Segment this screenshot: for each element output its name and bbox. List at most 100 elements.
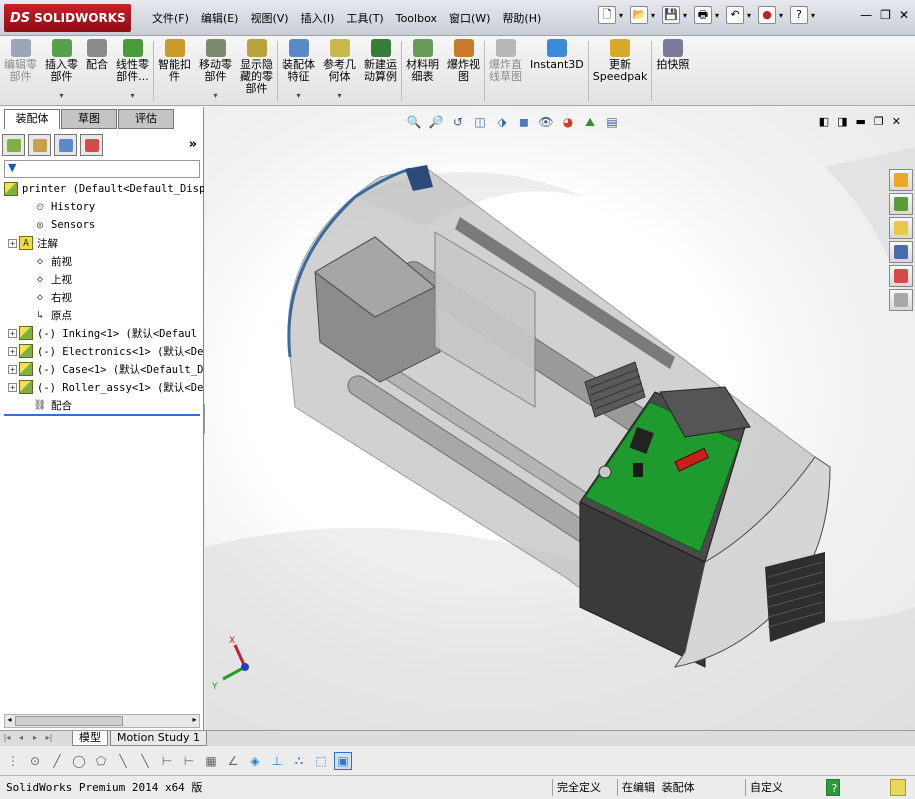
scroll-right-icon[interactable]: ▸ xyxy=(190,715,199,724)
ribbon-button-11[interactable]: 爆炸视 图 xyxy=(443,36,484,106)
custom-properties-icon[interactable] xyxy=(889,289,913,311)
viewport-minimize-icon[interactable]: ▬ xyxy=(856,115,866,128)
chevron-down-icon[interactable]: ▾ xyxy=(130,90,134,102)
chevron-down-icon[interactable]: ▾ xyxy=(779,11,787,20)
chevron-down-icon[interactable]: ▾ xyxy=(715,11,723,20)
expand-icon[interactable]: + xyxy=(8,382,17,392)
dim-icon[interactable]: ⊢ xyxy=(158,752,176,770)
dim-icon[interactable]: ⊢ xyxy=(180,752,198,770)
tree-node[interactable]: + A 注解 xyxy=(0,234,204,252)
rebuild-traffic-light-icon[interactable]: ● xyxy=(758,6,776,24)
viewport-close-icon[interactable]: ✕ xyxy=(892,115,901,128)
model-tab[interactable]: Motion Study 1 xyxy=(110,731,208,746)
chevron-down-icon[interactable]: ▾ xyxy=(683,11,691,20)
next-tab-icon[interactable]: ▸ xyxy=(28,731,42,746)
chevron-right-icon[interactable]: » xyxy=(189,137,197,152)
camera-icon[interactable]: ⛬ xyxy=(290,752,308,770)
expand-icon[interactable]: + xyxy=(8,346,17,356)
expand-icon[interactable]: + xyxy=(8,238,17,248)
tile-left-icon[interactable]: ◧ xyxy=(819,115,829,128)
tree-node[interactable]: ◇ 前视 xyxy=(0,252,204,270)
open-folder-icon[interactable]: 📂 xyxy=(630,6,648,24)
box-icon[interactable]: ⬚ xyxy=(312,752,330,770)
rollback-bar[interactable] xyxy=(4,414,200,416)
featuremanager-tree-icon[interactable] xyxy=(2,134,25,156)
tree-node[interactable]: ⏲ History xyxy=(0,198,204,216)
menu-item[interactable]: 文件(F) xyxy=(146,10,195,26)
grid-icon[interactable]: ⋮ xyxy=(4,752,22,770)
tree-node[interactable]: + (-) Electronics<1> (默认<De xyxy=(0,342,204,360)
edit-appearance-icon[interactable]: ◕ xyxy=(559,113,577,131)
zoom-area-icon[interactable]: 🔎 xyxy=(427,113,445,131)
menu-item[interactable]: 插入(I) xyxy=(295,10,341,26)
configuration-manager-icon[interactable] xyxy=(54,134,77,156)
prev-tab-icon[interactable]: ◂ xyxy=(14,731,28,746)
solid-cube-icon[interactable]: ▣ xyxy=(334,751,352,770)
tree-node[interactable]: ◇ 上视 xyxy=(0,270,204,288)
last-tab-icon[interactable]: ▸| xyxy=(42,731,56,746)
ribbon-button-4[interactable]: 智能扣 件 xyxy=(154,36,195,106)
chevron-down-icon[interactable]: ▾ xyxy=(651,11,659,20)
view-orientation-icon[interactable]: ⬗ xyxy=(493,113,511,131)
point-icon[interactable]: ⊙ xyxy=(26,752,44,770)
tree-node[interactable]: ◇ 右视 xyxy=(0,288,204,306)
ribbon-button-6[interactable]: 显示隐 藏的零 部件 xyxy=(236,36,277,106)
ribbon-button-7[interactable]: 装配体 特征 ▾ xyxy=(278,36,319,106)
new-document-icon[interactable]: 🗋 xyxy=(598,6,616,24)
undo-icon[interactable]: ↶ xyxy=(726,6,744,24)
ribbon-button-12[interactable]: 爆炸直 线草图 xyxy=(485,36,526,106)
section-view-icon[interactable]: ◫ xyxy=(471,113,489,131)
units-selector[interactable]: 自定义 xyxy=(745,779,825,796)
ribbon-button-1[interactable]: 插入零 部件 ▾ xyxy=(41,36,82,106)
expand-icon[interactable]: + xyxy=(8,364,17,374)
chevron-down-icon[interactable]: ▾ xyxy=(296,90,300,102)
cube-icon[interactable]: ◈ xyxy=(246,752,264,770)
slash-icon[interactable]: ╲ xyxy=(114,752,132,770)
restore-icon[interactable]: ❐ xyxy=(880,8,891,22)
ribbon-button-10[interactable]: 材料明 细表 xyxy=(402,36,443,106)
tree-node[interactable]: printer (Default<Default_Disp xyxy=(0,180,204,198)
hide-show-icon[interactable]: 👁 xyxy=(537,113,555,131)
viewport-restore-icon[interactable]: ❐ xyxy=(874,115,884,128)
chevron-down-icon[interactable]: ▾ xyxy=(213,90,217,102)
menu-item[interactable]: 窗口(W) xyxy=(443,10,496,26)
ribbon-button-15[interactable]: 拍快照 xyxy=(652,36,693,106)
ribbon-button-13[interactable]: Instant3D xyxy=(526,36,588,106)
tree-node[interactable]: ⛓ 配合 xyxy=(0,396,204,414)
cm-tab[interactable]: 评估 xyxy=(118,109,174,129)
resources-icon[interactable] xyxy=(889,169,913,191)
ribbon-button-3[interactable]: 线性零 部件... ▾ xyxy=(112,36,153,106)
cm-tab[interactable]: 草图 xyxy=(61,109,117,129)
chevron-down-icon[interactable]: ▾ xyxy=(59,90,63,102)
graphics-area[interactable]: X Y 🔍 🔎 ↺ ◫ ⬗ ◼ 👁 ◕ ⛰ ▤ ◧ ◨ ▬ ❐ ✕ xyxy=(205,107,915,730)
tree-node[interactable]: ↳ 原点 xyxy=(0,306,204,324)
ribbon-button-8[interactable]: 参考几 何体 ▾ xyxy=(319,36,360,106)
apply-scene-icon[interactable]: ⛰ xyxy=(581,113,599,131)
display-style-icon[interactable]: ◼ xyxy=(515,113,533,131)
polygon-icon[interactable]: ⬠ xyxy=(92,752,110,770)
ribbon-button-0[interactable]: 编辑零 部件 xyxy=(0,36,41,106)
solidworks-logo[interactable]: DS SOLIDWORKS xyxy=(4,4,131,32)
chevron-down-icon[interactable]: ▾ xyxy=(337,90,341,102)
minimize-icon[interactable]: — xyxy=(860,8,872,22)
circle-icon[interactable]: ◯ xyxy=(70,752,88,770)
ribbon-button-9[interactable]: 新建运 动算例 xyxy=(360,36,401,106)
zoom-to-fit-icon[interactable]: 🔍 xyxy=(405,113,423,131)
tree-node[interactable]: + (-) Roller_assy<1> (默认<De xyxy=(0,378,204,396)
tree-node[interactable]: + (-) Case<1> (默认<Default_D xyxy=(0,360,204,378)
ribbon-button-2[interactable]: 配合 xyxy=(82,36,112,106)
filter-field[interactable]: ▼ xyxy=(4,160,200,178)
appearances-icon[interactable] xyxy=(889,265,913,287)
design-library-icon[interactable] xyxy=(889,193,913,215)
menu-item[interactable]: 编辑(E) xyxy=(195,10,245,26)
help-icon[interactable]: ? xyxy=(790,6,808,24)
ribbon-button-5[interactable]: 移动零 部件 ▾ xyxy=(195,36,236,106)
model-tab[interactable]: 模型 xyxy=(72,731,108,746)
anchor-icon[interactable]: ⊥ xyxy=(268,752,286,770)
chevron-down-icon[interactable]: ▾ xyxy=(747,11,755,20)
view-palette-icon[interactable] xyxy=(889,241,913,263)
chevron-down-icon[interactable]: ▾ xyxy=(811,11,819,20)
slash-icon[interactable]: ╲ xyxy=(136,752,154,770)
angle-icon[interactable]: ∠ xyxy=(224,752,242,770)
chevron-down-icon[interactable]: ▾ xyxy=(619,11,627,20)
